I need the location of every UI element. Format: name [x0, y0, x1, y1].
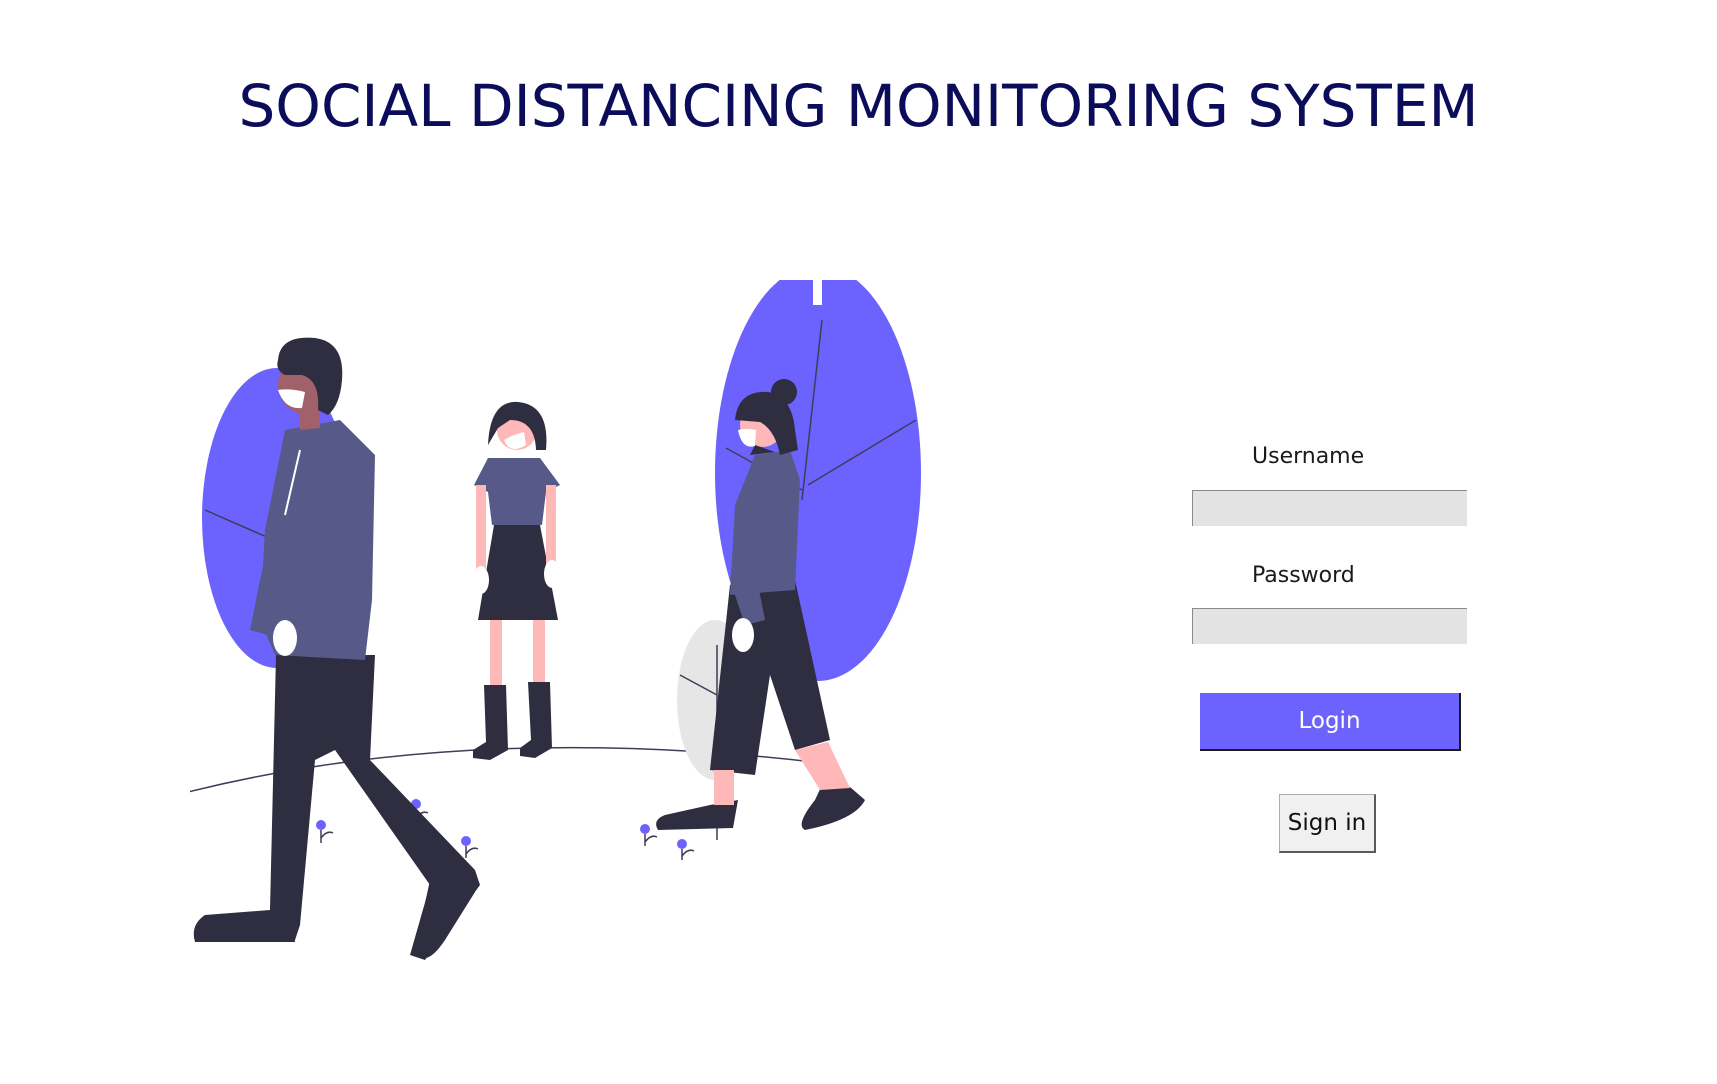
login-button[interactable]: Login — [1200, 693, 1461, 751]
flowers-icon — [316, 799, 695, 860]
username-input[interactable] — [1192, 490, 1467, 526]
login-window: SOCIAL DISTANCING MONITORING SYSTEM User… — [0, 0, 1717, 1084]
people-walking-illustration — [190, 280, 921, 960]
woman-middle-figure-icon — [473, 401, 560, 760]
password-input[interactable] — [1192, 608, 1467, 644]
password-label: Password — [1252, 563, 1355, 588]
page-title: SOCIAL DISTANCING MONITORING SYSTEM — [238, 72, 1479, 140]
login-form: Username Password Login Sign in — [1190, 440, 1490, 860]
username-label: Username — [1252, 444, 1365, 469]
sign-in-button[interactable]: Sign in — [1279, 794, 1376, 853]
